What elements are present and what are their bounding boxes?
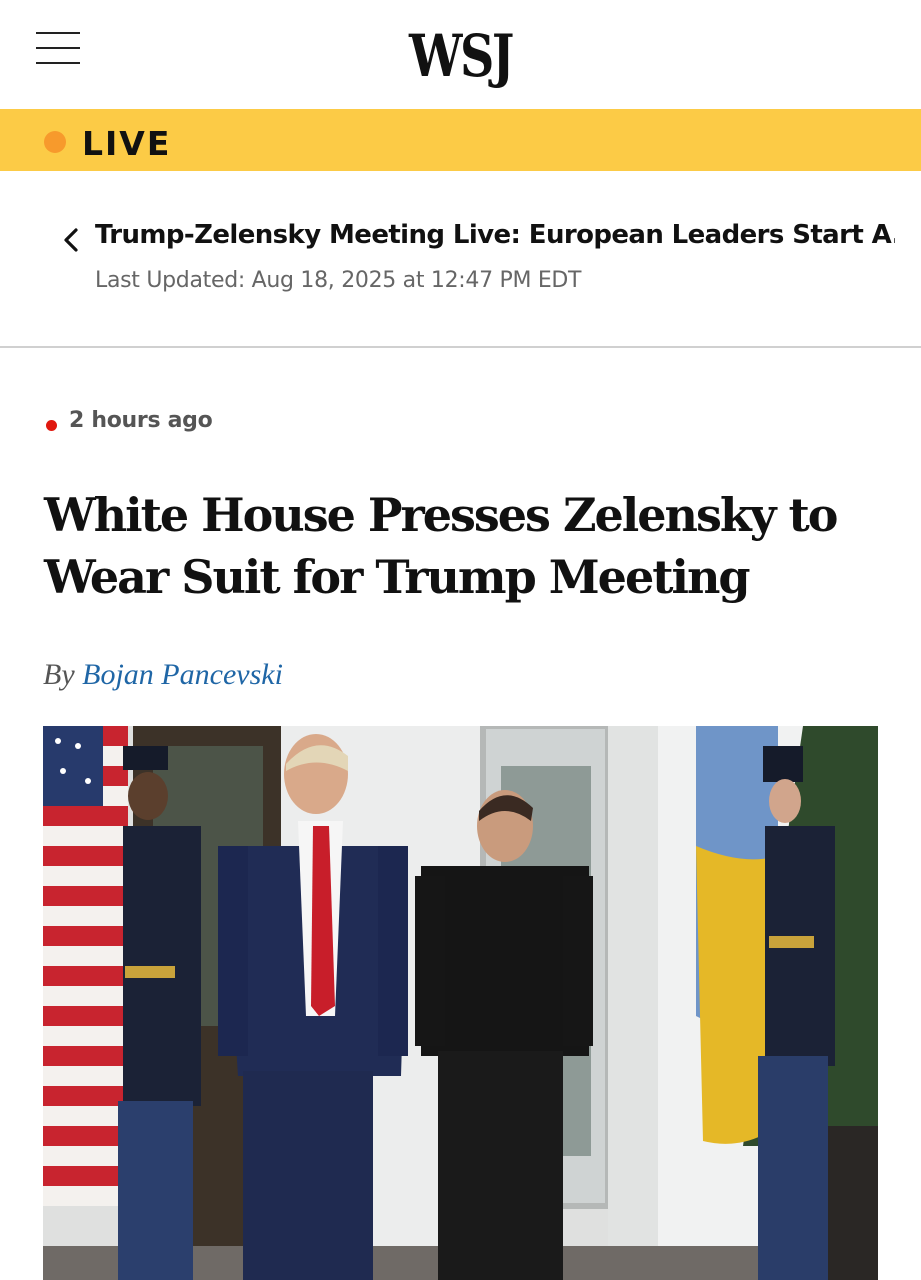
hamburger-menu-icon[interactable] — [36, 30, 80, 68]
live-coverage-title[interactable]: Trump-Zelensky Meeting Live: European Le… — [95, 220, 895, 250]
byline-prefix: By — [43, 658, 75, 691]
author-link[interactable]: Bojan Pancevski — [82, 658, 283, 691]
article-headline: White House Presses Zelensky to Wear Sui… — [44, 488, 838, 604]
byline: By Bojan Pancevski — [43, 658, 283, 692]
article-photo — [43, 726, 878, 1280]
chevron-left-icon[interactable] — [58, 226, 86, 254]
top-navigation-bar: WSJ — [0, 0, 921, 108]
live-coverage-back-link[interactable]: Trump-Zelensky Meeting Live: European Le… — [52, 218, 895, 308]
last-updated-timestamp: Last Updated: Aug 18, 2025 at 12:47 PM E… — [95, 268, 582, 293]
section-divider — [0, 346, 921, 348]
news-photo — [43, 726, 878, 1280]
wsj-logo[interactable]: WSJ — [83, 22, 838, 90]
live-indicator-dot-icon — [46, 420, 57, 431]
live-dot-icon — [44, 131, 66, 153]
post-timestamp: 2 hours ago — [69, 408, 213, 433]
live-label: LIVE — [82, 124, 172, 163]
